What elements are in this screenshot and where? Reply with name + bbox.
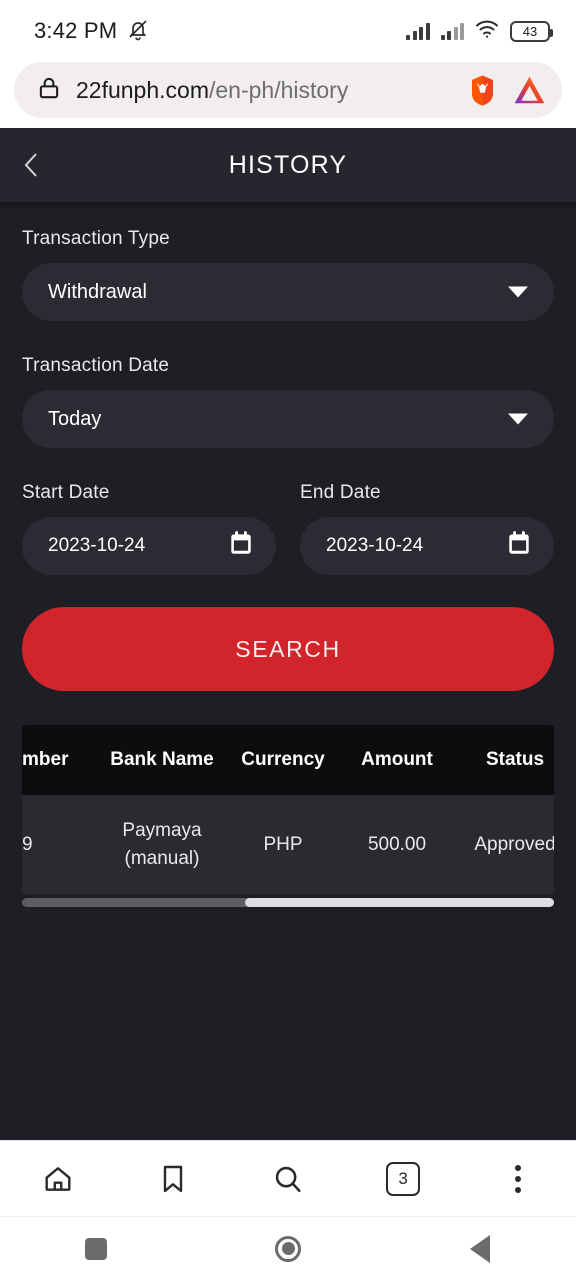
- transactions-table: mber Bank Name Currency Amount Status 9 …: [22, 725, 554, 895]
- transaction-date-value: Today: [48, 407, 102, 430]
- start-date-value: 2023-10-24: [48, 535, 146, 556]
- column-header-currency: Currency: [241, 749, 325, 770]
- transaction-type-field: Transaction Type Withdrawal: [22, 228, 554, 321]
- app-header: HISTORY: [0, 128, 576, 202]
- history-table: mber Bank Name Currency Amount Status 9 …: [22, 725, 554, 908]
- end-date-input[interactable]: 2023-10-24: [300, 517, 554, 575]
- date-range-row: Start Date 2023-10-24 End Date 2023-10-2…: [22, 482, 554, 575]
- cell-currency: PHP: [263, 833, 303, 855]
- cell-number: 9: [22, 833, 33, 855]
- address-bar[interactable]: 22funph.com/en-ph/history: [14, 62, 562, 118]
- triangle-back-icon[interactable]: [445, 1225, 515, 1273]
- end-date-value: 2023-10-24: [326, 535, 424, 556]
- caret-down-icon: [508, 413, 528, 425]
- table-header-row: mber Bank Name Currency Amount Status: [22, 725, 554, 795]
- transaction-type-select[interactable]: Withdrawal: [22, 263, 554, 321]
- battery-level: 43: [522, 23, 538, 39]
- column-header-amount: Amount: [361, 749, 433, 770]
- url-path: /en-ph/history: [208, 76, 349, 103]
- web-page: HISTORY Transaction Type Withdrawal Tran…: [0, 128, 576, 1140]
- scrollbar-thumb[interactable]: [245, 898, 554, 908]
- tab-count: 3: [386, 1161, 421, 1196]
- status-bar-right: 43: [406, 19, 553, 43]
- menu-dots: [515, 1164, 522, 1193]
- circle-home-icon[interactable]: [253, 1225, 323, 1273]
- column-header-number: mber: [22, 749, 69, 770]
- home-icon[interactable]: [27, 1148, 89, 1210]
- signal-bars-icon: [406, 22, 430, 40]
- page-title: HISTORY: [228, 150, 348, 179]
- brave-lion-icon[interactable]: [466, 74, 499, 107]
- start-date-field: Start Date 2023-10-24: [22, 482, 276, 575]
- tab-counter-button[interactable]: 3: [372, 1148, 434, 1210]
- table-row[interactable]: 9 Paymaya (manual) PHP 500.00 Approved: [22, 795, 554, 895]
- cell-bank-name: Paymaya (manual): [122, 820, 202, 869]
- start-date-label: Start Date: [22, 482, 110, 503]
- browser-bottom-toolbar: 3: [0, 1140, 576, 1216]
- status-bar-left: 3:42 PM: [34, 17, 150, 46]
- start-date-input[interactable]: 2023-10-24: [22, 517, 276, 575]
- cell-status: Approved: [474, 833, 554, 855]
- lock-icon: [36, 75, 62, 106]
- bell-slash-icon: [126, 17, 150, 46]
- bat-triangle-icon[interactable]: [513, 75, 546, 105]
- calendar-icon[interactable]: [506, 530, 532, 562]
- search-button[interactable]: SEARCH: [22, 607, 554, 691]
- search-icon[interactable]: [257, 1148, 319, 1210]
- battery-indicator: 43: [510, 20, 553, 42]
- phone-screen: 3:42 PM 43 22funph.com/en-ph/history HIS…: [0, 0, 576, 1280]
- url-domain: 22funph.com: [76, 76, 209, 103]
- square-recents-icon[interactable]: [61, 1225, 131, 1273]
- column-header-bank-name: Bank Name: [110, 749, 214, 770]
- wifi-icon: [475, 19, 499, 43]
- android-nav-bar: [0, 1216, 576, 1280]
- page-content: Transaction Type Withdrawal Transaction …: [0, 210, 576, 908]
- end-date-field: End Date 2023-10-24: [300, 482, 554, 575]
- transaction-type-value: Withdrawal: [48, 280, 147, 303]
- url-text[interactable]: 22funph.com/en-ph/history: [76, 77, 452, 104]
- calendar-icon[interactable]: [228, 530, 254, 562]
- column-header-status: Status: [485, 749, 545, 770]
- more-vertical-icon[interactable]: [487, 1148, 549, 1210]
- chevron-left-icon[interactable]: [14, 148, 48, 182]
- browser-url-bar-container: 22funph.com/en-ph/history: [0, 62, 576, 128]
- cell-amount: 500.00: [367, 833, 427, 855]
- table-horizontal-scrollbar[interactable]: [22, 898, 554, 908]
- status-clock: 3:42 PM: [34, 18, 118, 43]
- transaction-type-label: Transaction Type: [22, 228, 170, 249]
- table-body: 9 Paymaya (manual) PHP 500.00 Approved: [22, 795, 554, 895]
- status-bar: 3:42 PM 43: [0, 0, 576, 62]
- transaction-date-label: Transaction Date: [22, 355, 170, 376]
- header-shadow: [0, 202, 576, 210]
- table-head: mber Bank Name Currency Amount Status: [22, 725, 554, 795]
- end-date-label: End Date: [300, 482, 381, 503]
- bookmark-icon[interactable]: [142, 1148, 204, 1210]
- transaction-date-select[interactable]: Today: [22, 390, 554, 448]
- signal-bars-icon-2: [440, 22, 464, 40]
- caret-down-icon: [508, 286, 528, 298]
- transaction-date-field: Transaction Date Today: [22, 355, 554, 448]
